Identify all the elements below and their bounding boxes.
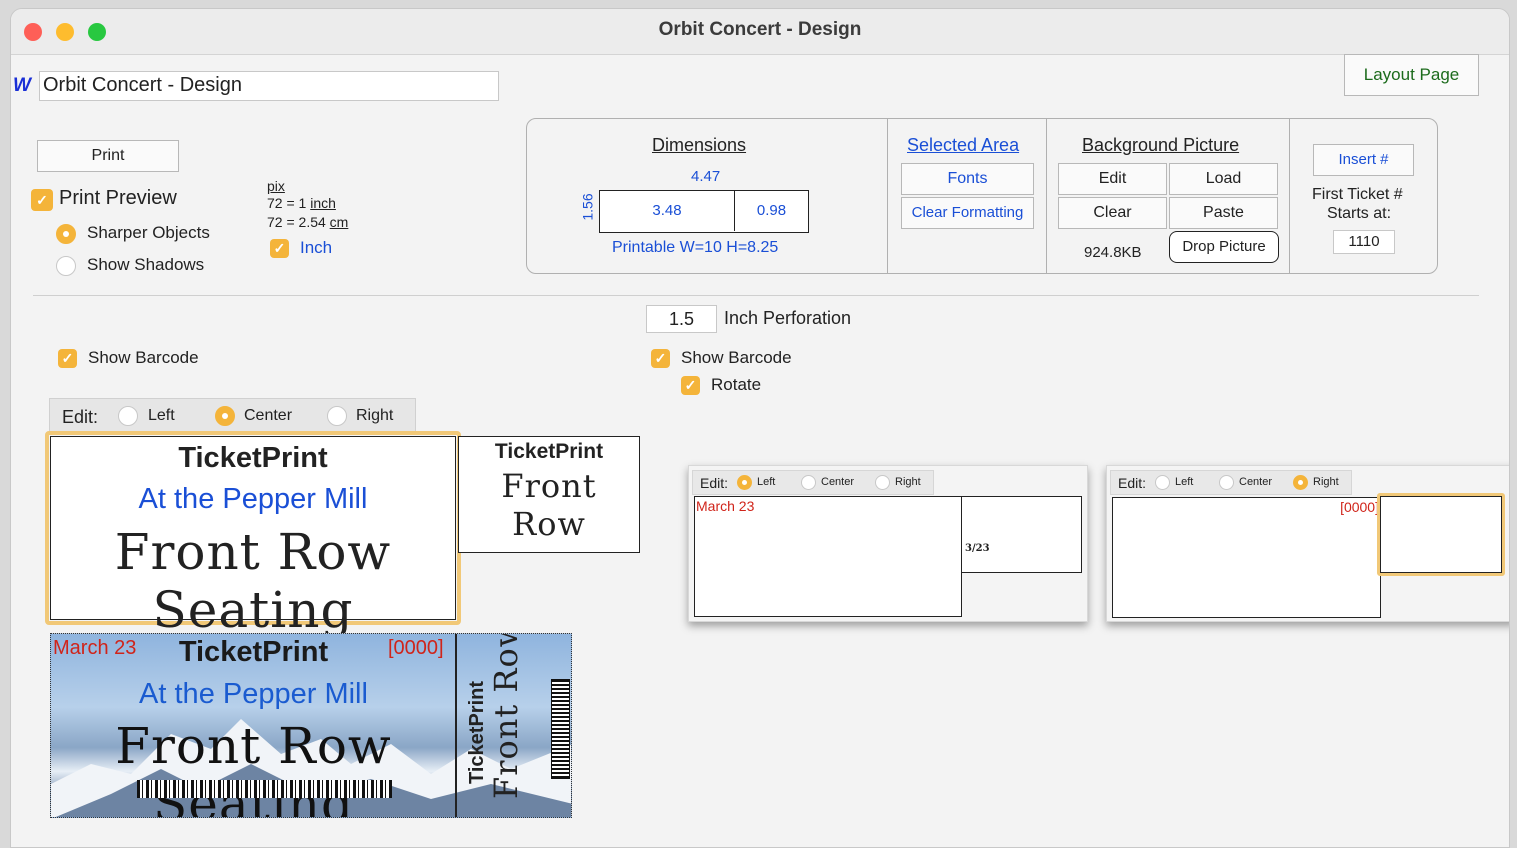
- sharper-objects-radio[interactable]: [56, 224, 76, 244]
- align-left-radio[interactable]: [118, 406, 138, 426]
- dimension-width: 4.47: [691, 168, 721, 185]
- separator: [33, 295, 1479, 296]
- divider: [1046, 119, 1047, 273]
- drop-picture-button[interactable]: Drop Picture: [1169, 231, 1279, 263]
- show-barcode-right-label: Show Barcode: [681, 348, 792, 367]
- fonts-button[interactable]: Fonts: [901, 163, 1034, 195]
- preview-venue: At the Pepper Mill: [139, 678, 368, 710]
- clear-formatting-button[interactable]: Clear Formatting: [901, 197, 1034, 229]
- left-align-editor-panel: Edit: Left Center Right March 23 3/23: [688, 465, 1088, 622]
- inch-label: Inch: [300, 238, 333, 257]
- right-align-editor-panel: Edit: Left Center Right [0000]: [1106, 465, 1509, 622]
- preview-stub-brand: TicketPrint: [466, 681, 488, 784]
- mini-align-center-radio[interactable]: [801, 475, 816, 490]
- pix-label: pix: [267, 178, 285, 194]
- rotate-label: Rotate: [711, 375, 762, 394]
- print-preview-label: Print Preview: [59, 187, 177, 209]
- main-width-field[interactable]: 3.48: [600, 191, 735, 231]
- ticket-stub-editor[interactable]: TicketPrint Front Row: [458, 436, 640, 553]
- selected-area-header[interactable]: Selected Area: [907, 135, 1019, 156]
- mini-ticket-main[interactable]: [0000]: [1112, 497, 1381, 618]
- ticket-preview: March 23 [0000] TicketPrint At the Peppe…: [50, 633, 572, 818]
- mini-ticket-number: [0000]: [1340, 499, 1379, 515]
- sharper-objects-label: Sharper Objects: [87, 223, 210, 242]
- first-ticket-label: First Ticket #: [1312, 186, 1403, 203]
- bg-paste-button[interactable]: Paste: [1169, 197, 1278, 229]
- mini-edit-label: Edit:: [1118, 475, 1147, 491]
- show-barcode-left-label: Show Barcode: [88, 348, 199, 367]
- dimension-box: 3.48 0.98: [599, 190, 809, 233]
- align-center-label: Center: [244, 407, 293, 424]
- inch-checkbox[interactable]: ✓: [270, 239, 289, 258]
- mini-align-center-radio[interactable]: [1219, 475, 1234, 490]
- mini-align-right-radio[interactable]: [875, 475, 890, 490]
- bg-clear-button[interactable]: Clear: [1058, 197, 1167, 229]
- mini-align-right-label: Right: [1313, 476, 1339, 488]
- divider: [887, 119, 888, 273]
- window-title: Orbit Concert - Design: [658, 19, 862, 40]
- mini-align-center-label: Center: [1239, 476, 1273, 488]
- mini-align-right-radio[interactable]: [1293, 475, 1308, 490]
- mini-ticket-date: March 23: [696, 498, 755, 514]
- cm-ratio: 72 = 2.54 cm: [267, 214, 349, 230]
- app-window: Orbit Concert - Design W Orbit Concert -…: [10, 8, 1510, 848]
- mini-align-left-label: Left: [757, 476, 776, 488]
- align-right-label: Right: [356, 407, 394, 424]
- document-name-field[interactable]: Orbit Concert - Design: [39, 71, 499, 101]
- preview-barcode: [137, 780, 392, 798]
- preview-stub-headline: Front Row: [487, 633, 525, 799]
- bg-file-size: 924.8KB: [1084, 244, 1142, 261]
- preview-headline: Front Row Seating: [115, 717, 392, 817]
- app-logo-icon[interactable]: W: [13, 75, 31, 97]
- show-shadows-radio[interactable]: [56, 256, 76, 276]
- mini-ticket-stub[interactable]: [1380, 496, 1502, 573]
- mini-ticket-main[interactable]: March 23: [694, 496, 962, 617]
- mini-stub-date: 3/23: [965, 543, 990, 554]
- stub-width-field[interactable]: 0.98: [735, 191, 808, 231]
- bg-edit-button[interactable]: Edit: [1058, 163, 1167, 195]
- bg-load-button[interactable]: Load: [1169, 163, 1278, 195]
- perforation-line: [455, 634, 457, 817]
- print-button[interactable]: Print: [37, 140, 179, 172]
- dimensions-header: Dimensions: [652, 135, 747, 155]
- align-left-label: Left: [148, 407, 175, 424]
- mini-align-right-label: Right: [895, 476, 921, 488]
- align-right-radio[interactable]: [327, 406, 347, 426]
- ticket-brand: TicketPrint: [178, 442, 328, 474]
- ticket-main-editor[interactable]: TicketPrint At the Pepper Mill Front Row…: [50, 436, 456, 639]
- ticket-headline: Front Row Seating: [114, 523, 392, 639]
- mini-align-left-radio[interactable]: [737, 475, 752, 490]
- edit-label: Edit:: [62, 407, 99, 427]
- preview-stub-barcode: [551, 679, 570, 779]
- mini-align-left-label: Left: [1175, 476, 1194, 488]
- mini-align-left-radio[interactable]: [1155, 475, 1170, 490]
- starts-at-label: Starts at:: [1327, 205, 1392, 222]
- divider: [1289, 119, 1290, 273]
- print-preview-checkbox[interactable]: ✓: [31, 189, 53, 211]
- perforation-field[interactable]: 1.5: [646, 305, 717, 333]
- stub-brand: TicketPrint: [494, 440, 604, 463]
- mini-ticket-stub[interactable]: 3/23: [961, 496, 1082, 573]
- mini-align-center-label: Center: [821, 476, 855, 488]
- show-shadows-label: Show Shadows: [87, 255, 205, 274]
- start-number-field[interactable]: 1110: [1333, 230, 1395, 254]
- layout-page-button[interactable]: Layout Page: [1344, 54, 1479, 96]
- show-barcode-right-checkbox[interactable]: ✓: [651, 349, 670, 368]
- inch-ratio: 72 = 1 inch: [267, 195, 336, 211]
- background-picture-header: Background Picture: [1082, 135, 1240, 155]
- perforation-label: Inch Perforation: [724, 308, 852, 328]
- preview-brand: TicketPrint: [178, 636, 329, 668]
- rotate-checkbox[interactable]: ✓: [681, 376, 700, 395]
- ticket-venue: At the Pepper Mill: [138, 483, 368, 515]
- title-bar: Orbit Concert - Design: [11, 9, 1509, 55]
- align-center-radio[interactable]: [215, 406, 235, 426]
- show-barcode-left-checkbox[interactable]: ✓: [58, 349, 77, 368]
- dimension-height: 1.56: [579, 193, 596, 221]
- mini-edit-label: Edit:: [700, 475, 729, 491]
- printable-size: Printable W=10 H=8.25: [612, 239, 779, 256]
- stub-headline: Front Row: [501, 467, 597, 543]
- insert-number-button[interactable]: Insert #: [1313, 144, 1414, 176]
